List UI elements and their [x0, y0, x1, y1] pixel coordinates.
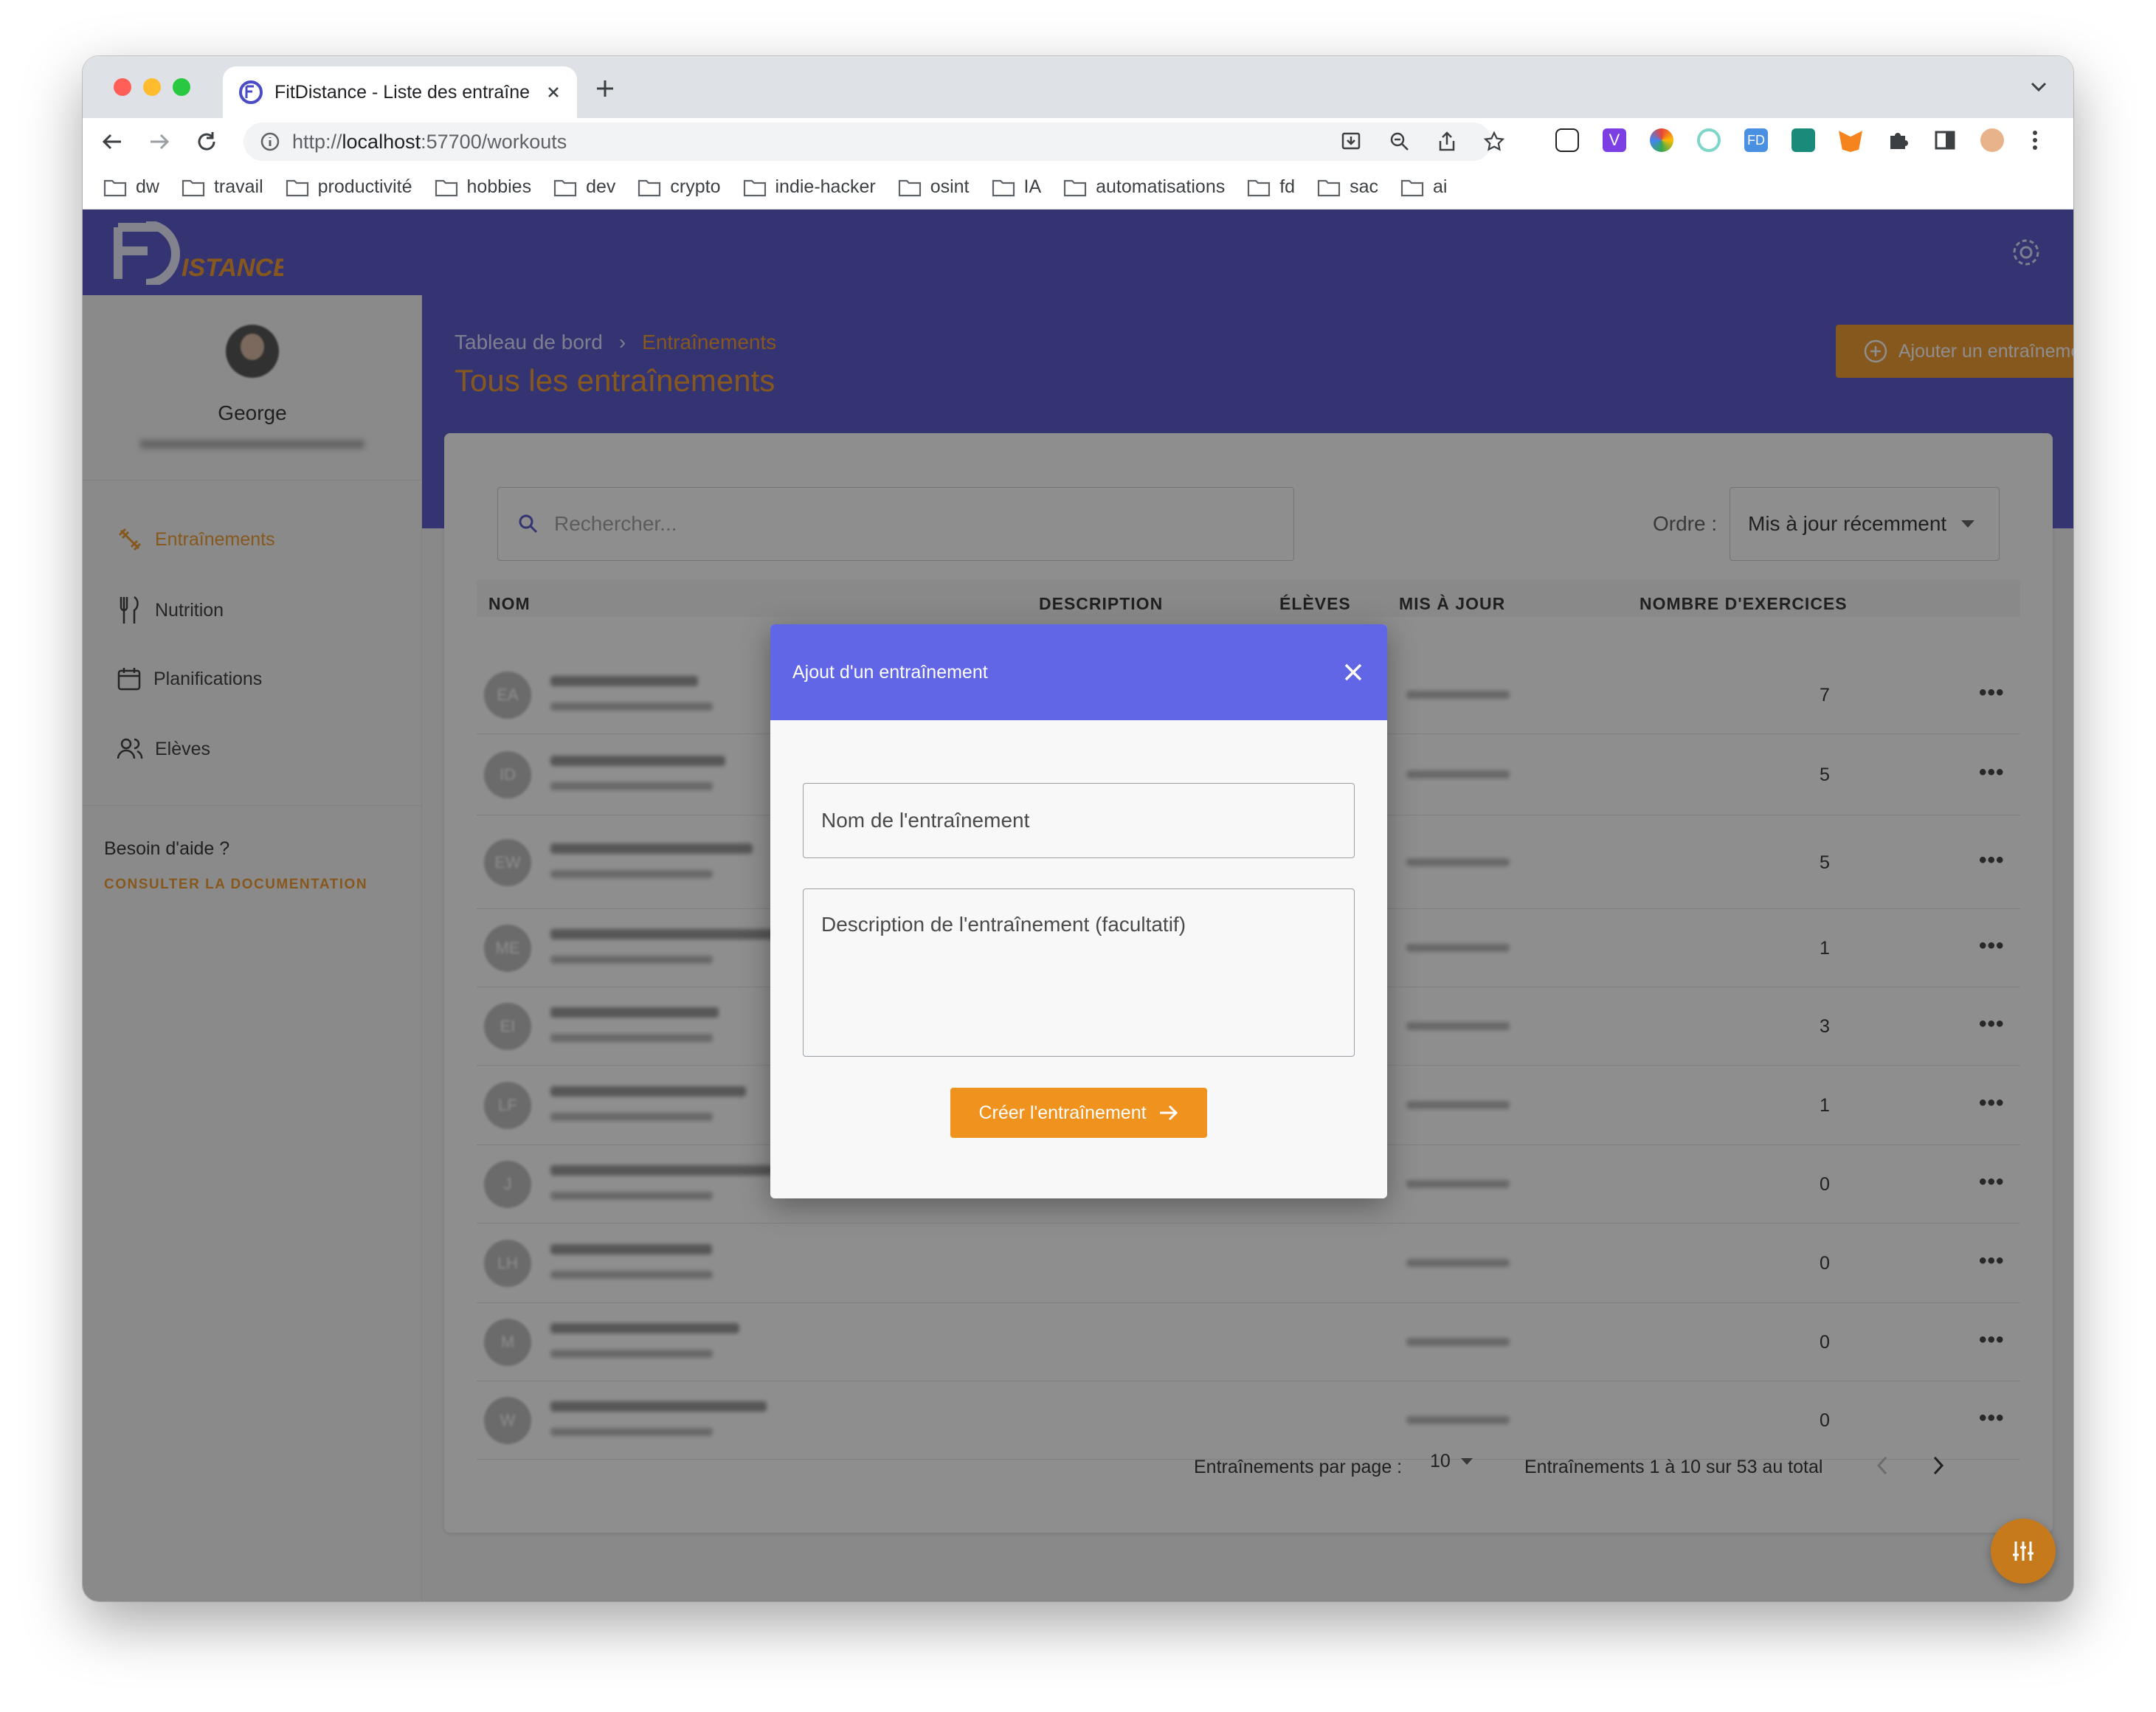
- workout-name-placeholder: Nom de l'entraînement: [821, 809, 1030, 832]
- sliders-icon: [2013, 1542, 2034, 1561]
- modal-title: Ajout d'un entraînement: [792, 661, 988, 683]
- close-icon[interactable]: [1341, 660, 1365, 684]
- browser-window: FitDistance - Liste des entraîne http://…: [83, 56, 2073, 1601]
- create-workout-label: Créer l'entraînement: [978, 1102, 1147, 1123]
- modal-header: Ajout d'un entraînement: [770, 624, 1387, 720]
- workout-description-input[interactable]: Description de l'entraînement (facultati…: [803, 888, 1355, 1057]
- add-workout-modal: Ajout d'un entraînement Nom de l'entraîn…: [770, 624, 1387, 1198]
- workout-name-input[interactable]: Nom de l'entraînement: [803, 783, 1355, 858]
- workout-description-placeholder: Description de l'entraînement (facultati…: [821, 913, 1186, 936]
- create-workout-button[interactable]: Créer l'entraînement: [950, 1088, 1207, 1138]
- arrow-right-icon: [1159, 1105, 1178, 1121]
- floating-filter-button[interactable]: [1991, 1519, 2056, 1584]
